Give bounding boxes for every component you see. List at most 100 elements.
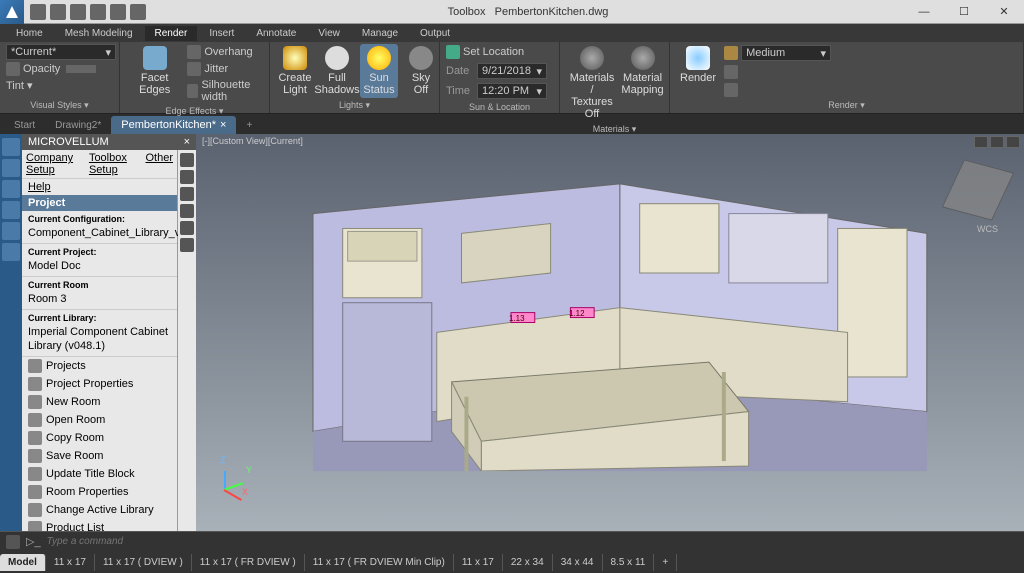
side-icon4[interactable] (180, 204, 194, 218)
facet-edges-button[interactable]: Facet Edges (126, 44, 183, 98)
set-location-button[interactable]: Set Location (446, 44, 524, 60)
doctab-start[interactable]: Start (4, 117, 45, 134)
opacity-row[interactable]: Opacity (6, 61, 96, 77)
menu-company-setup[interactable]: Company Setup (26, 152, 81, 176)
tree-change-library[interactable]: Change Active Library (22, 501, 177, 519)
strip-edit-icon[interactable] (2, 159, 20, 177)
overhang-row[interactable]: Overhang (187, 44, 263, 60)
time-input[interactable]: 12:20 PM▾ (477, 83, 547, 99)
window-title: Toolbox PembertonKitchen.dwg (152, 6, 904, 18)
tree-new-room[interactable]: New Room (22, 393, 177, 411)
side-icon3[interactable] (180, 187, 194, 201)
strip-camera-icon[interactable] (2, 222, 20, 240)
maximize-button[interactable]: ☐ (944, 0, 984, 24)
viewport-label[interactable]: [-][Custom View][Current] (202, 136, 303, 146)
layout-tab-8[interactable]: 8.5 x 11 (603, 554, 655, 571)
menu-other[interactable]: Other (145, 152, 173, 176)
tab-home[interactable]: Home (6, 26, 53, 41)
tree-projects[interactable]: Projects (22, 357, 177, 375)
palette-close-icon[interactable]: × (184, 136, 190, 148)
command-input[interactable] (47, 536, 247, 547)
current-library: Current Library:Imperial Component Cabin… (22, 310, 177, 357)
tab-annotate[interactable]: Annotate (246, 26, 306, 41)
kitchen-model: 1.13 1.12 (246, 174, 974, 471)
silhouette-row[interactable]: Silhouette width (187, 78, 263, 104)
tree-save-room[interactable]: Save Room (22, 447, 177, 465)
menu-toolbox-setup[interactable]: Toolbox Setup (89, 152, 138, 176)
layout-tab-2[interactable]: 11 x 17 ( DVIEW ) (95, 554, 192, 571)
sun-status-button[interactable]: Sun Status (360, 44, 398, 98)
close-button[interactable]: ✕ (984, 0, 1024, 24)
layout-tab-4[interactable]: 11 x 17 ( FR DVIEW Min Clip) (305, 554, 454, 571)
tree-room-properties[interactable]: Room Properties (22, 483, 177, 501)
tab-output[interactable]: Output (410, 26, 460, 41)
qat-save-icon[interactable] (70, 4, 86, 20)
layout-tab-3[interactable]: 11 x 17 ( FR DVIEW ) (192, 554, 305, 571)
render-button[interactable]: Render (676, 44, 720, 86)
palette: Company Setup Toolbox Setup Other Help P… (22, 150, 178, 531)
doctab-add[interactable]: + (236, 117, 262, 134)
render-tool2[interactable] (724, 64, 831, 80)
render-quality-combo[interactable]: Medium▾ (741, 45, 831, 61)
room-props-icon (28, 485, 42, 499)
layout-tab-1[interactable]: 11 x 17 (46, 554, 95, 571)
create-light-button[interactable]: Create Light (276, 44, 314, 98)
gear-icon[interactable] (180, 153, 194, 167)
date-input[interactable]: 9/21/2018▾ (477, 63, 547, 79)
tab-mesh-modeling[interactable]: Mesh Modeling (55, 26, 143, 41)
sky-off-button[interactable]: Sky Off (402, 44, 440, 98)
time-label: Time (446, 85, 474, 97)
minimize-button[interactable]: — (904, 0, 944, 24)
qat-redo-icon[interactable] (110, 4, 126, 20)
tab-render[interactable]: Render (145, 26, 198, 41)
cmd-history-icon[interactable] (6, 535, 20, 549)
tree-project-properties[interactable]: Project Properties (22, 375, 177, 393)
pencil-icon[interactable] (180, 221, 194, 235)
gear2-icon[interactable] (180, 170, 194, 184)
layout-tab-model[interactable]: Model (0, 554, 46, 571)
vp-restore-icon[interactable] (990, 136, 1004, 148)
material-mapping-button[interactable]: Material Mapping (622, 44, 663, 98)
strip-help-icon[interactable] (2, 138, 20, 156)
qat-open-icon[interactable] (50, 4, 66, 20)
panel-lights-label[interactable]: Lights ▾ (276, 98, 433, 111)
current-room: Current RoomRoom 3 (22, 277, 177, 310)
open-icon (28, 413, 42, 427)
app-logo[interactable] (0, 0, 24, 24)
strip-spiral-icon[interactable] (2, 180, 20, 198)
tree-open-room[interactable]: Open Room (22, 411, 177, 429)
qat-print-icon[interactable] (130, 4, 146, 20)
tab-insert[interactable]: Insert (199, 26, 244, 41)
silhouette-icon (187, 84, 198, 98)
layout-tab-6[interactable]: 22 x 34 (503, 554, 553, 571)
layout-tab-7[interactable]: 34 x 44 (553, 554, 603, 571)
strip-support-icon[interactable] (2, 243, 20, 261)
tint-row[interactable]: Tint▾ (6, 78, 32, 93)
layout-tab-add[interactable]: + (654, 554, 677, 571)
tab-view[interactable]: View (308, 26, 350, 41)
panel-render-label[interactable]: Render ▾ (676, 98, 1017, 111)
wrench-icon[interactable] (180, 238, 194, 252)
strip-doc-icon[interactable] (2, 201, 20, 219)
panel-visual-styles-label[interactable]: Visual Styles ▾ (6, 98, 113, 111)
menu-help[interactable]: Help (22, 179, 177, 195)
materials-button[interactable]: Materials / Textures Off (566, 44, 618, 122)
properties-icon (28, 377, 42, 391)
tree-copy-room[interactable]: Copy Room (22, 429, 177, 447)
full-shadows-button[interactable]: Full Shadows (318, 44, 356, 98)
viewport[interactable]: [-][Custom View][Current] WCS (196, 134, 1024, 531)
tab-manage[interactable]: Manage (352, 26, 408, 41)
vp-close-icon[interactable] (1006, 136, 1020, 148)
jitter-row[interactable]: Jitter (187, 61, 263, 77)
vp-minimize-icon[interactable] (974, 136, 988, 148)
doctab-pemberton[interactable]: PembertonKitchen*× (111, 116, 236, 134)
tree-update-title-block[interactable]: Update Title Block (22, 465, 177, 483)
layout-tab-5[interactable]: 11 x 17 (454, 554, 503, 571)
render-tool3[interactable] (724, 82, 831, 98)
close-icon[interactable]: × (220, 119, 226, 131)
qat-undo-icon[interactable] (90, 4, 106, 20)
visual-style-combo[interactable]: *Current*▾ (6, 44, 116, 60)
tree-product-list[interactable]: Product List (22, 519, 177, 531)
doctab-drawing2[interactable]: Drawing2* (45, 117, 111, 134)
qat-new-icon[interactable] (30, 4, 46, 20)
